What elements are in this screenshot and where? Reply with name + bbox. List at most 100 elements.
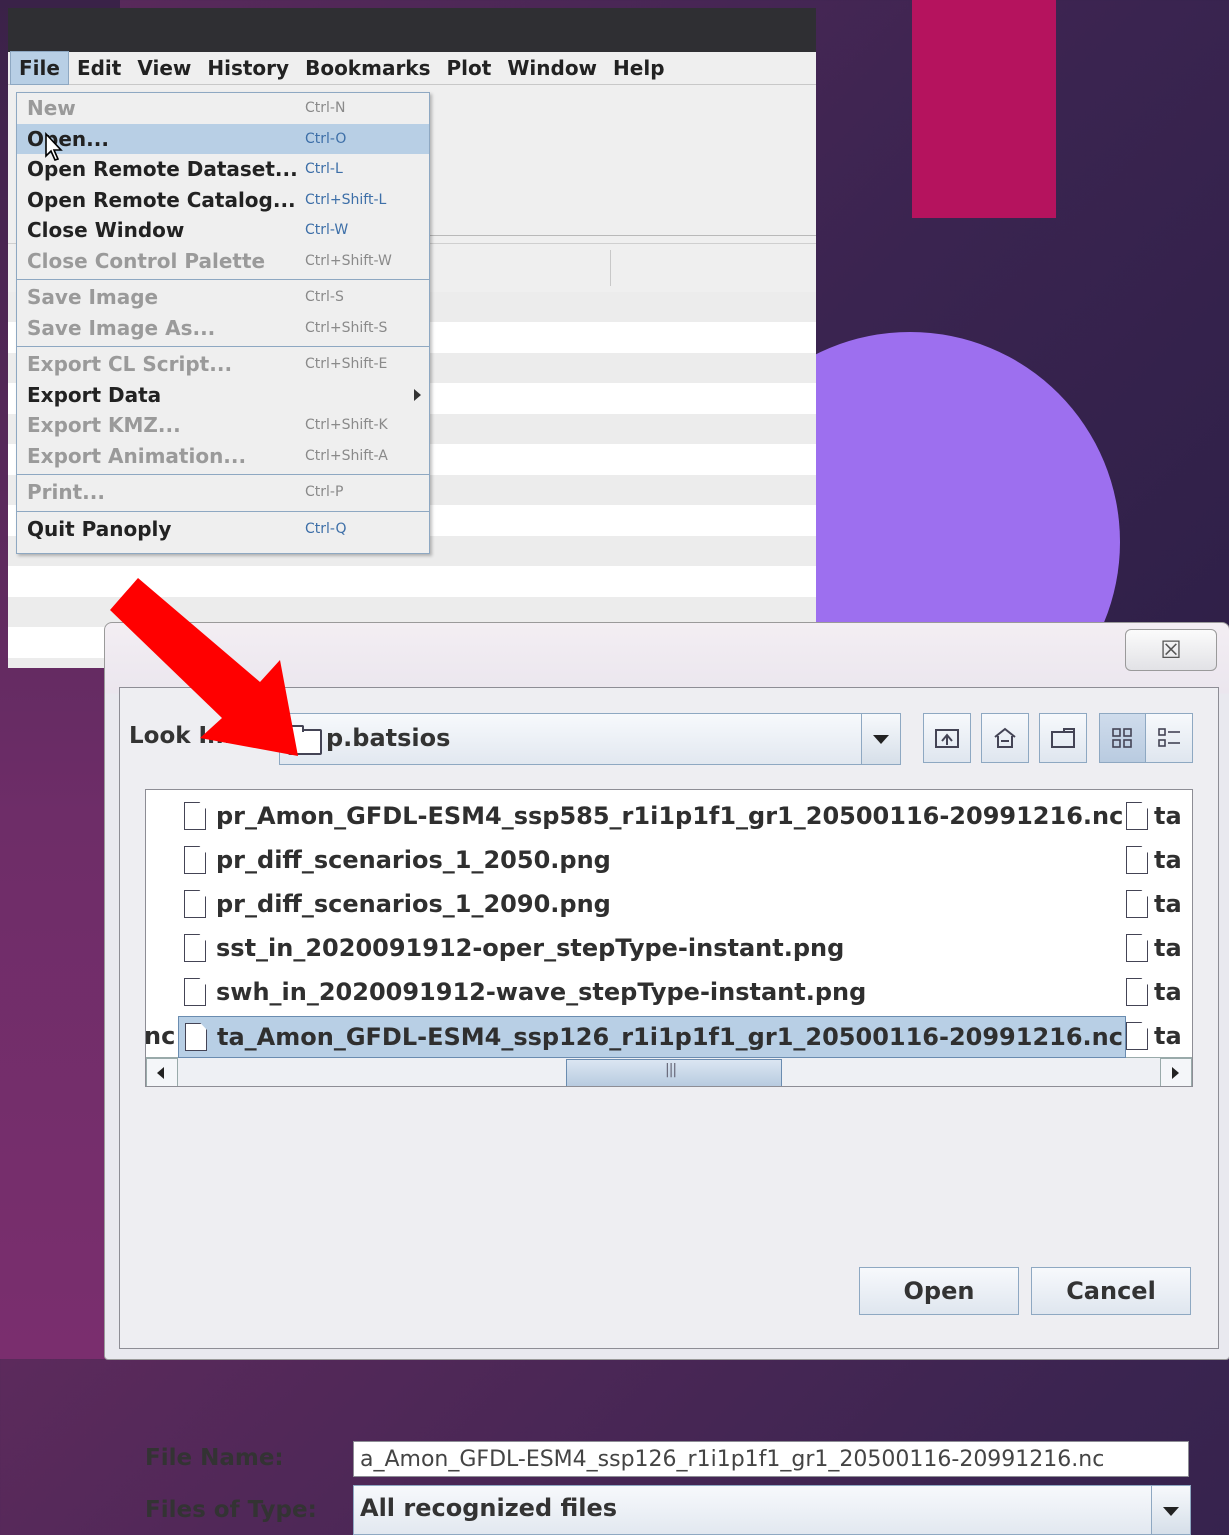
menu-plot[interactable]: Plot bbox=[439, 52, 500, 84]
list-view-button[interactable] bbox=[1099, 713, 1147, 763]
file-menu-dropdown: New Ctrl-N Open... Ctrl-O Open Remote Datase… bbox=[16, 92, 430, 554]
file-list-item-next-column[interactable]: ta bbox=[1126, 840, 1182, 880]
file-name: ta bbox=[1154, 846, 1182, 874]
menu-item-label: Export Data bbox=[27, 382, 162, 407]
menu-edit[interactable]: Edit bbox=[69, 52, 129, 84]
new-folder-button[interactable] bbox=[1039, 713, 1087, 763]
open-button[interactable]: Open bbox=[859, 1267, 1019, 1315]
menu-window[interactable]: Window bbox=[499, 52, 605, 84]
menu-item-print[interactable]: Print... Ctrl-P bbox=[17, 477, 429, 508]
menu-item-label: Save Image As... bbox=[27, 315, 216, 340]
file-list-item[interactable]: pr_Amon_GFDL-ESM4_ssp585_r1i1p1f1_gr1_20… bbox=[180, 796, 1123, 836]
menu-separator bbox=[17, 474, 429, 475]
file-name: ta bbox=[1154, 934, 1182, 962]
file-name: pr_Amon_GFDL-ESM4_ssp585_r1i1p1f1_gr1_20… bbox=[216, 802, 1124, 830]
file-icon bbox=[1126, 802, 1148, 830]
background-magenta-rectangle bbox=[912, 0, 1056, 218]
menu-item-save-image-as[interactable]: Save Image As... Ctrl+Shift-S bbox=[17, 313, 429, 344]
menu-item-export-animation[interactable]: Export Animation... Ctrl+Shift-A bbox=[17, 441, 429, 472]
file-name: ta_Amon_GFDL-ESM4_ssp126_r1i1p1f1_gr1_20… bbox=[217, 1023, 1123, 1051]
scroll-right-icon[interactable] bbox=[1160, 1058, 1192, 1086]
menu-item-open[interactable]: Open... Ctrl-O bbox=[17, 123, 429, 154]
list-view-icon bbox=[1112, 728, 1132, 748]
look-in-dropdown-arrow-icon[interactable] bbox=[861, 713, 901, 765]
up-one-level-button[interactable] bbox=[923, 713, 971, 763]
menu-item-new[interactable]: New Ctrl-N bbox=[17, 93, 429, 124]
files-of-type-label: Files of Type: bbox=[145, 1497, 317, 1523]
menu-item-shortcut: Ctrl-N bbox=[305, 100, 346, 117]
menu-item-close-control-palette[interactable]: Close Control Palette Ctrl+Shift-W bbox=[17, 246, 429, 277]
panoply-window: File Edit View History Bookmarks Plot Window He… bbox=[8, 8, 816, 668]
mouse-cursor-icon bbox=[45, 132, 63, 161]
menu-help[interactable]: Help bbox=[605, 52, 672, 84]
up-folder-icon bbox=[935, 729, 959, 748]
look-in-value: p.batsios bbox=[326, 724, 451, 752]
file-list-item[interactable]: pr_diff_scenarios_1_2090.png bbox=[180, 884, 611, 924]
file-icon bbox=[1126, 978, 1148, 1006]
menu-item-label: Print... bbox=[27, 480, 105, 505]
file-list-item[interactable]: pr_diff_scenarios_1_2050.png bbox=[180, 840, 611, 880]
window-titlebar bbox=[8, 8, 816, 52]
files-of-type-dropdown-arrow-icon[interactable] bbox=[1151, 1485, 1191, 1535]
file-list[interactable]: pr_Amon_GFDL-ESM4_ssp585_r1i1p1f1_gr1_20… bbox=[145, 789, 1193, 1087]
files-of-type-combobox[interactable]: All recognized files bbox=[353, 1485, 1153, 1535]
previous-column-file-name[interactable]: nc bbox=[146, 1022, 175, 1050]
menu-separator bbox=[17, 346, 429, 347]
submenu-arrow-icon bbox=[414, 388, 421, 401]
menu-item-shortcut: Ctrl+Shift-K bbox=[305, 417, 388, 434]
files-of-type-value: All recognized files bbox=[360, 1494, 618, 1522]
menu-item-open-remote-catalog[interactable]: Open Remote Catalog... Ctrl+Shift-L bbox=[17, 185, 429, 216]
home-icon bbox=[994, 727, 1016, 748]
file-name: swh_in_2020091912-wave_stepType-instant.… bbox=[216, 978, 867, 1006]
menu-item-export-kmz[interactable]: Export KMZ... Ctrl+Shift-K bbox=[17, 410, 429, 441]
scrollbar-thumb[interactable] bbox=[566, 1059, 782, 1086]
file-list-item-next-column[interactable]: ta bbox=[1126, 1016, 1182, 1056]
home-button[interactable] bbox=[981, 713, 1029, 763]
menu-view[interactable]: View bbox=[129, 52, 199, 84]
red-arrow-annotation-icon bbox=[110, 578, 298, 756]
menu-bookmarks[interactable]: Bookmarks bbox=[297, 52, 438, 84]
dialog-close-button[interactable]: ☒ bbox=[1125, 629, 1217, 671]
file-list-item-next-column[interactable]: ta bbox=[1126, 796, 1182, 836]
menu-item-label: Open Remote Catalog... bbox=[27, 187, 296, 212]
menu-item-save-image[interactable]: Save Image Ctrl-S bbox=[17, 282, 429, 313]
menu-item-export-cl-script[interactable]: Export CL Script... Ctrl+Shift-E bbox=[17, 349, 429, 380]
file-name: ta bbox=[1154, 802, 1182, 830]
menu-item-shortcut: Ctrl+Shift-S bbox=[305, 319, 388, 336]
file-list-item[interactable]: swh_in_2020091912-wave_stepType-instant.… bbox=[180, 972, 866, 1012]
file-list-item-next-column[interactable]: ta bbox=[1126, 972, 1182, 1012]
file-icon bbox=[184, 802, 206, 830]
menu-item-label: Close Control Palette bbox=[27, 248, 266, 273]
menu-item-open-remote-dataset[interactable]: Open Remote Dataset... Ctrl-L bbox=[17, 154, 429, 185]
file-list-item-next-column[interactable]: ta bbox=[1126, 928, 1182, 968]
menu-item-close-window[interactable]: Close Window Ctrl-W bbox=[17, 215, 429, 246]
menu-item-label: Quit Panoply bbox=[27, 516, 172, 541]
scroll-left-icon[interactable] bbox=[146, 1058, 178, 1086]
details-view-button[interactable] bbox=[1145, 713, 1193, 763]
menu-file[interactable]: File bbox=[10, 51, 69, 85]
menu-item-label: Export CL Script... bbox=[27, 352, 233, 377]
horizontal-scrollbar[interactable] bbox=[146, 1057, 1192, 1086]
file-icon bbox=[184, 934, 206, 962]
menu-item-quit-panoply[interactable]: Quit Panoply Ctrl-Q bbox=[17, 514, 429, 545]
menu-item-shortcut: Ctrl-L bbox=[305, 161, 343, 178]
file-name-field[interactable] bbox=[353, 1441, 1189, 1477]
file-name: pr_diff_scenarios_1_2090.png bbox=[216, 890, 611, 918]
menu-item-shortcut: Ctrl-Q bbox=[305, 520, 347, 537]
menubar: File Edit View History Bookmarks Plot Window He… bbox=[8, 51, 816, 85]
file-list-item[interactable]: ta_Amon_GFDL-ESM4_ssp126_r1i1p1f1_gr1_20… bbox=[178, 1016, 1126, 1058]
menu-item-label: New bbox=[27, 96, 76, 121]
file-list-item-next-column[interactable]: ta bbox=[1126, 884, 1182, 924]
menu-item-shortcut: Ctrl-P bbox=[305, 484, 344, 501]
file-icon bbox=[1126, 934, 1148, 962]
look-in-combobox[interactable]: p.batsios bbox=[279, 713, 863, 765]
file-icon bbox=[184, 846, 206, 874]
menu-item-label: Export Animation... bbox=[27, 443, 247, 468]
file-list-item[interactable]: sst_in_2020091912-oper_stepType-instant.… bbox=[180, 928, 844, 968]
cancel-button[interactable]: Cancel bbox=[1031, 1267, 1191, 1315]
menu-item-label: Save Image bbox=[27, 285, 159, 310]
menu-item-label: Export KMZ... bbox=[27, 413, 181, 438]
menu-item-export-data[interactable]: Export Data bbox=[17, 380, 429, 411]
menu-history[interactable]: History bbox=[199, 52, 297, 84]
menu-item-shortcut: Ctrl+Shift-E bbox=[305, 356, 388, 373]
